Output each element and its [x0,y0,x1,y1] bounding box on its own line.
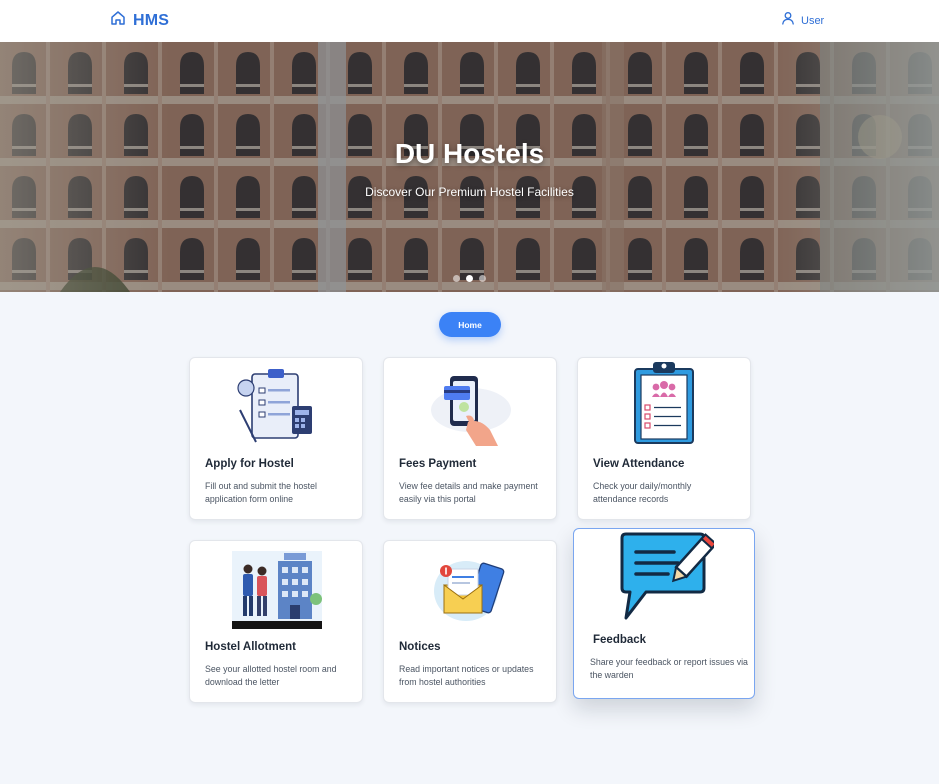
brand-link[interactable]: HMS [110,10,169,31]
card-title: Fees Payment [399,458,477,470]
card-description: Check your daily/monthly attendance reco… [593,481,692,504]
hero-title: DU Hostels [394,138,545,169]
card-title: View Attendance [593,458,685,470]
card-feedback[interactable]: Feedback Share your feedback or report i… [573,528,755,699]
feedback-chat-icon [620,532,714,620]
card-description: View fee details and make payment easily… [399,481,538,504]
card-apply-hostel[interactable]: Apply for Hostel Fill out and submit the… [189,357,363,520]
application-form-icon [237,369,312,443]
card-description: See your allotted hostel room and downlo… [205,664,337,687]
hero-carousel: DU Hostels Discover Our Premium Hostel F… [0,42,939,292]
home-button[interactable]: Home [439,312,501,337]
card-notices[interactable]: Notices Read important notices or update… [383,540,557,703]
card-description: Share your feedback or report issues via… [590,657,748,680]
carousel-dot-3[interactable] [479,275,486,282]
card-title: Feedback [593,634,647,646]
card-view-attendance[interactable]: View Attendance Check your daily/monthly… [577,357,751,520]
carousel-dot-1[interactable] [453,275,460,282]
card-hostel-allotment[interactable]: Hostel Allotment See your allotted hoste… [189,540,363,703]
notice-envelope-icon [434,561,505,621]
user-label: User [801,14,825,27]
carousel-indicators [453,275,486,282]
user-menu[interactable]: User [781,11,824,30]
card-title: Hostel Allotment [205,641,296,653]
brand-name: HMS [133,11,170,29]
user-icon [781,11,795,30]
mobile-payment-icon [431,376,511,446]
card-fees-payment[interactable]: Fees Payment View fee details and make p… [383,357,557,520]
attendance-clipboard-icon [634,362,694,444]
card-description: Read important notices or updates from h… [399,664,534,687]
home-icon [110,10,126,31]
hostel-building-icon [232,551,322,629]
navbar: HMS User [0,0,939,42]
card-title: Apply for Hostel [205,458,294,470]
card-description: Fill out and submit the hostel applicati… [205,481,317,504]
card-title: Notices [399,641,441,653]
hero-subtitle: Discover Our Premium Hostel Facilities [365,185,574,199]
carousel-dot-2[interactable] [466,275,473,282]
